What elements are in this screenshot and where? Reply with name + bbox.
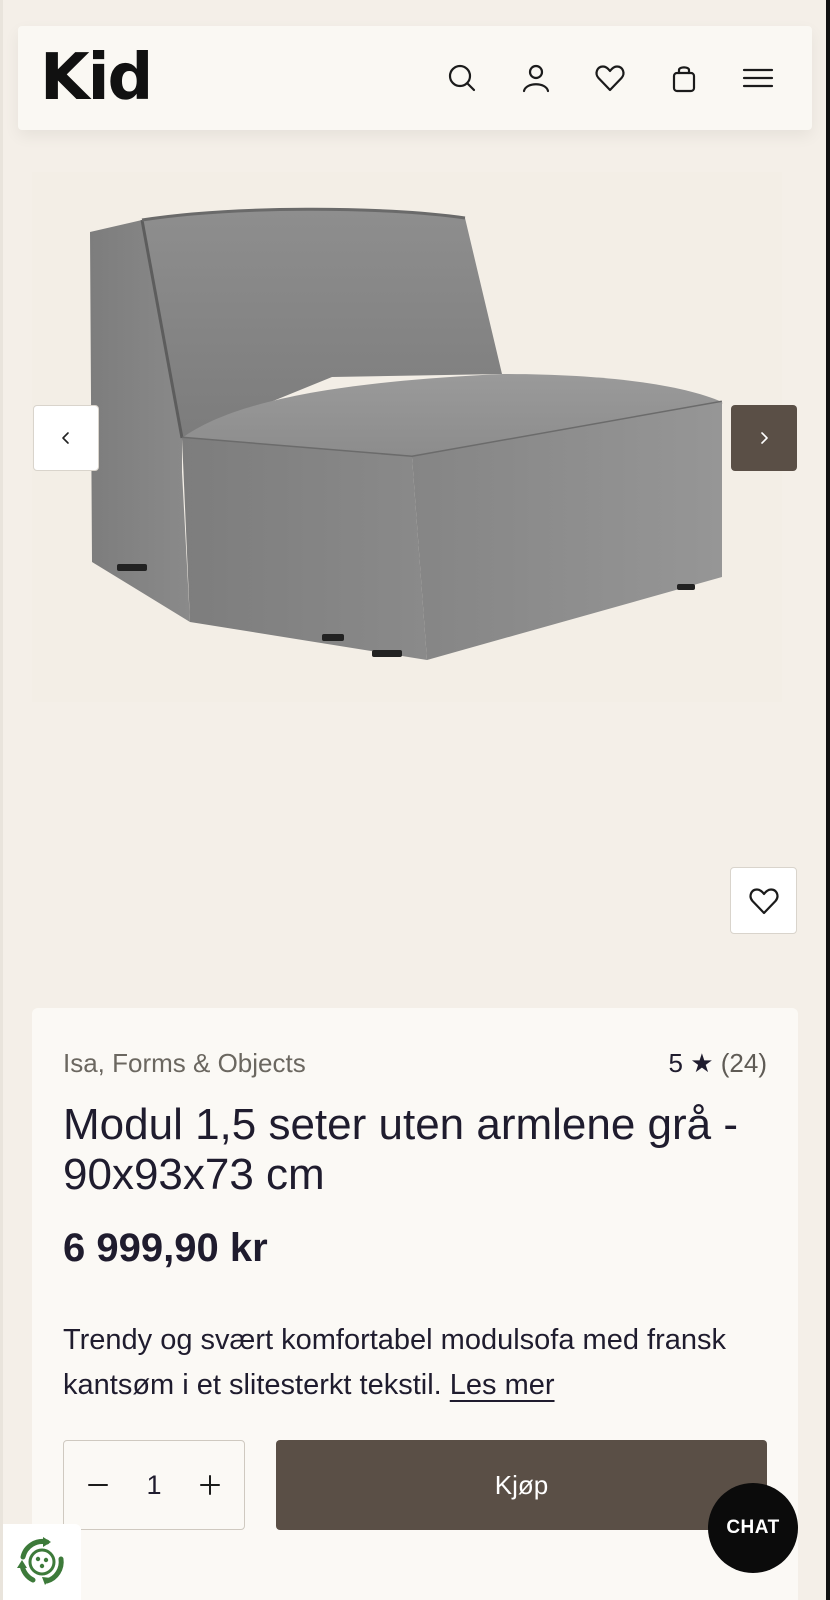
bag-icon[interactable] xyxy=(668,62,700,94)
rating-stars: 5 ★ xyxy=(668,1048,714,1078)
review-count: (24) xyxy=(720,1048,767,1078)
product-gallery xyxy=(32,172,782,702)
buy-button[interactable]: Kjøp xyxy=(276,1440,767,1530)
heart-icon xyxy=(748,887,779,914)
product-rating[interactable]: 5 ★ (24) xyxy=(669,1048,767,1079)
brand-row: Isa, Forms & Objects 5 ★ (24) xyxy=(63,1048,767,1079)
menu-icon[interactable] xyxy=(742,62,774,94)
minus-icon xyxy=(88,1484,108,1486)
decrease-quantity-button[interactable] xyxy=(84,1471,112,1499)
heart-icon[interactable] xyxy=(594,62,626,94)
description-text: Trendy og svært komfortabel modulsofa me… xyxy=(63,1324,726,1401)
product-description: Trendy og svært komfortabel modulsofa me… xyxy=(63,1318,773,1408)
gallery-prev-button[interactable] xyxy=(33,405,99,471)
plus-icon xyxy=(200,1475,220,1495)
user-icon[interactable] xyxy=(520,62,552,94)
frame-edge-left xyxy=(0,0,3,1600)
chevron-left-icon xyxy=(62,432,69,444)
site-header: Kid xyxy=(18,26,812,130)
product-brand[interactable]: Isa, Forms & Objects xyxy=(63,1048,306,1079)
recycle-icon xyxy=(17,1537,64,1585)
quantity-value[interactable]: 1 xyxy=(146,1470,161,1501)
product-price: 6 999,90 kr xyxy=(63,1226,268,1270)
gallery-next-button[interactable] xyxy=(731,405,797,471)
add-to-wishlist-button[interactable] xyxy=(730,867,797,934)
frame-edge-right xyxy=(826,0,830,1600)
chat-button[interactable]: CHAT xyxy=(708,1483,798,1573)
header-icons xyxy=(446,62,774,94)
increase-quantity-button[interactable] xyxy=(196,1471,224,1499)
product-title: Modul 1,5 seter uten armlene grå - 90x93… xyxy=(63,1100,739,1199)
search-icon[interactable] xyxy=(446,62,478,94)
kid-logo[interactable]: Kid xyxy=(40,46,153,110)
quantity-stepper: 1 xyxy=(63,1440,245,1530)
read-more-link[interactable]: Les mer xyxy=(450,1369,555,1401)
product-image xyxy=(90,207,723,660)
product-info-card: Isa, Forms & Objects 5 ★ (24) Modul 1,5 … xyxy=(32,1008,798,1600)
recycle-badge[interactable] xyxy=(3,1524,81,1600)
chevron-right-icon xyxy=(761,432,768,444)
